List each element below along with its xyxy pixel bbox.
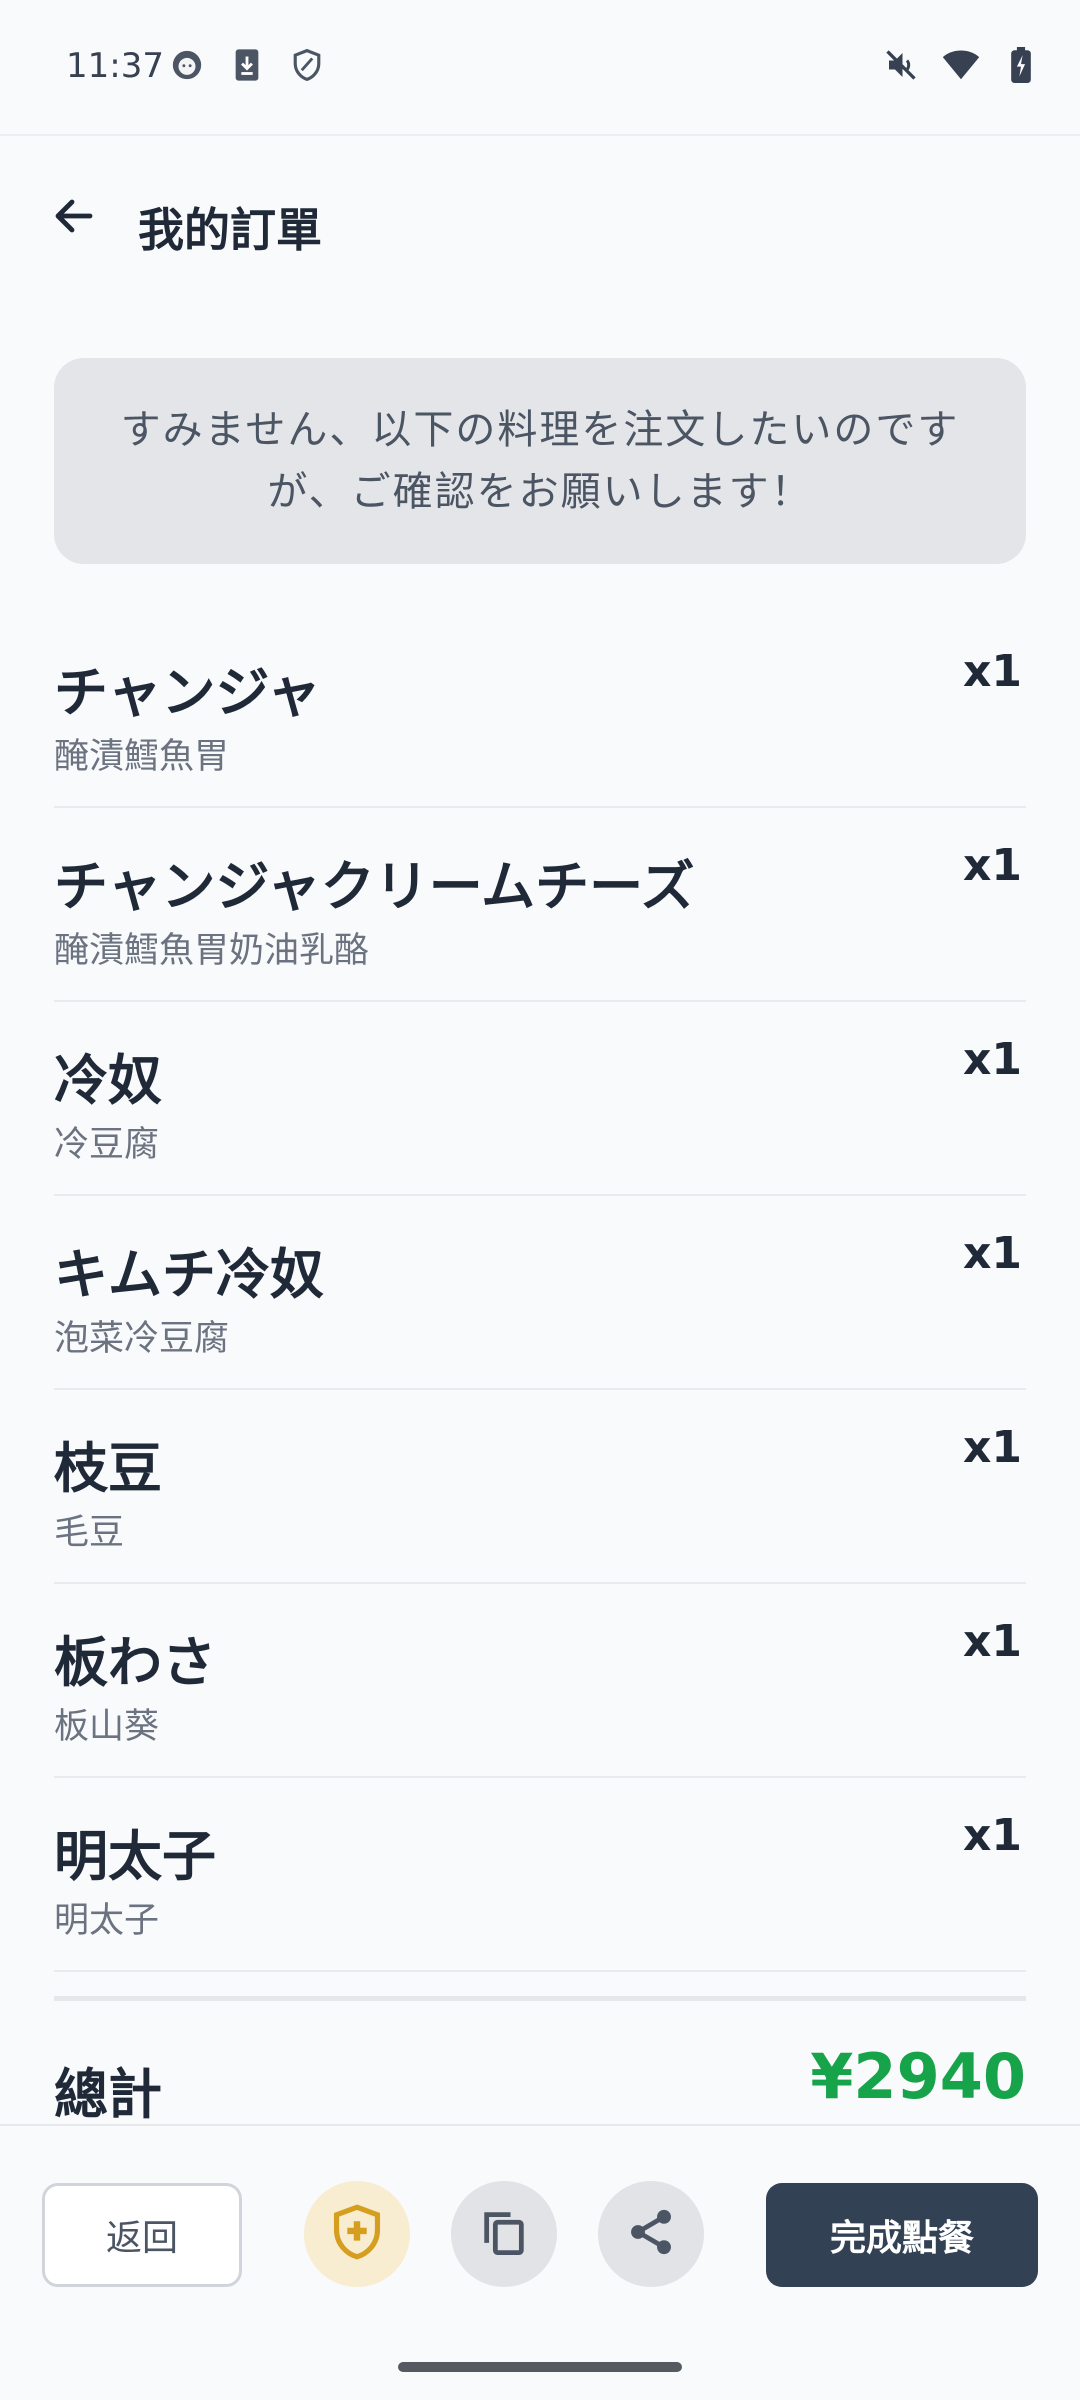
item-translation: 泡菜冷豆腐 <box>54 1319 230 1359</box>
item-quantity: x1 <box>963 1228 1022 1279</box>
order-item: チャンジャクリームチーズ 醃漬鱈魚胃奶油乳酪 x1 <box>54 808 1026 1002</box>
order-item: チャンジャ 醃漬鱈魚胃 x1 <box>54 614 1026 808</box>
item-quantity: x1 <box>963 1034 1022 1085</box>
order-item: キムチ冷奴 泡菜冷豆腐 x1 <box>54 1196 1026 1390</box>
battery-charging-icon <box>1002 46 1040 84</box>
wifi-icon <box>942 46 980 84</box>
total-label: 總計 <box>54 2063 162 2126</box>
order-item: 板わさ 板山葵 x1 <box>54 1584 1026 1778</box>
copy-button[interactable] <box>451 2181 557 2287</box>
status-right-icons <box>882 46 1040 84</box>
order-item: 明太子 明太子 x1 <box>54 1778 1026 1972</box>
shield-button[interactable] <box>304 2181 410 2287</box>
status-bar: 11:37 <box>0 0 1080 136</box>
item-name: チャンジャ <box>54 661 321 724</box>
item-translation: 冷豆腐 <box>54 1125 160 1165</box>
download-icon <box>228 46 266 84</box>
item-name: チャンジャクリームチーズ <box>54 855 695 918</box>
arrow-left-icon[interactable] <box>44 186 104 246</box>
page-title: 我的訂單 <box>138 203 322 257</box>
item-translation: 毛豆 <box>54 1513 125 1553</box>
copy-icon <box>478 2206 530 2262</box>
status-time: 11:37 <box>66 46 164 86</box>
face-icon <box>168 46 206 84</box>
app-bar: 我的訂單 <box>0 136 1080 308</box>
share-button[interactable] <box>598 2181 704 2287</box>
item-quantity: x1 <box>963 1422 1022 1473</box>
item-name: 明太子 <box>54 1825 216 1888</box>
shield-outline-icon <box>288 46 326 84</box>
shield-plus-icon <box>331 2204 383 2264</box>
item-quantity: x1 <box>963 840 1022 891</box>
total-divider <box>54 1996 1026 2001</box>
item-translation: 醃漬鱈魚胃奶油乳酪 <box>54 931 370 971</box>
item-quantity: x1 <box>963 1616 1022 1667</box>
order-list: チャンジャ 醃漬鱈魚胃 x1 チャンジャクリームチーズ 醃漬鱈魚胃奶油乳酪 x1… <box>54 614 1026 1972</box>
mute-icon <box>882 46 920 84</box>
home-indicator[interactable] <box>398 2362 682 2372</box>
item-name: 板わさ <box>54 1631 216 1694</box>
bottom-action-bar: 返回 完成點餐 <box>0 2124 1080 2400</box>
share-icon <box>625 2206 677 2262</box>
item-quantity: x1 <box>963 1810 1022 1861</box>
item-translation: 板山葵 <box>54 1707 160 1747</box>
item-name: 枝豆 <box>54 1437 162 1500</box>
item-translation: 明太子 <box>54 1901 160 1941</box>
order-request-banner: すみません、以下の料理を注文したいのですが、ご確認をお願いします！ <box>54 358 1026 564</box>
order-item: 冷奴 冷豆腐 x1 <box>54 1002 1026 1196</box>
item-quantity: x1 <box>963 646 1022 697</box>
total-row: 總計 ¥2940 <box>54 2040 1026 2126</box>
order-item: 枝豆 毛豆 x1 <box>54 1390 1026 1584</box>
item-translation: 醃漬鱈魚胃 <box>54 737 230 777</box>
item-name: 冷奴 <box>54 1049 162 1112</box>
item-name: キムチ冷奴 <box>54 1243 324 1306</box>
status-left-icons <box>168 46 326 84</box>
total-value: ¥2940 <box>810 2040 1026 2113</box>
back-button[interactable]: 返回 <box>42 2183 242 2287</box>
complete-order-button[interactable]: 完成點餐 <box>766 2183 1038 2287</box>
